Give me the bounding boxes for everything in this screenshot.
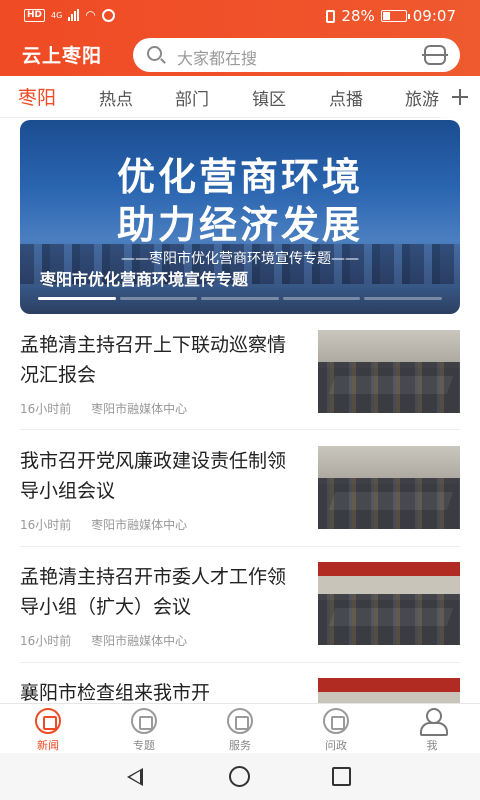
bottom-navigation: 新闻 专题 服务 问政 我 bbox=[0, 703, 480, 753]
tab-zaoyang[interactable]: 枣阳 bbox=[18, 83, 56, 110]
service-icon bbox=[227, 708, 253, 734]
system-navigation-bar bbox=[0, 753, 480, 800]
carousel-dot[interactable] bbox=[282, 297, 361, 300]
tab-towns[interactable]: 镇区 bbox=[252, 85, 286, 110]
banner-headline-1: 优化营商环境 bbox=[116, 154, 363, 199]
scan-icon[interactable] bbox=[422, 45, 448, 65]
status-bar: HD 4G ◠ 28% 09:07 bbox=[0, 0, 480, 32]
status-right: 28% 09:07 bbox=[326, 7, 456, 25]
news-meta: 16小时前 枣阳市融媒体中心 bbox=[20, 400, 203, 417]
tab-departments[interactable]: 部门 bbox=[175, 85, 209, 110]
app-screen: HD 4G ◠ 28% 09:07 云上枣阳 大家都在搜 枣阳 热点 部门 镇区… bbox=[0, 0, 480, 800]
network-type: 4G bbox=[51, 10, 63, 20]
thumb-people bbox=[318, 362, 460, 413]
news-thumbnail[interactable] bbox=[318, 562, 460, 645]
news-item[interactable]: 孟艳清主持召开市委人才工作领导小组（扩大）会议 16小时前 枣阳市融媒体中心 bbox=[20, 562, 460, 663]
nav-label: 新闻 bbox=[37, 739, 59, 752]
add-channel-button[interactable] bbox=[440, 76, 480, 118]
nav-service[interactable]: 服务 bbox=[210, 708, 270, 753]
carousel-dot[interactable] bbox=[201, 297, 279, 300]
carousel-dot[interactable] bbox=[38, 297, 116, 300]
nav-topics[interactable]: 专题 bbox=[114, 708, 174, 753]
news-thumbnail[interactable] bbox=[318, 330, 460, 413]
news-title[interactable]: 孟艳清主持召开上下联动巡察情况汇报会 bbox=[20, 330, 302, 390]
thumb-people bbox=[318, 478, 460, 529]
thumb-people bbox=[318, 594, 460, 645]
search-placeholder[interactable]: 大家都在搜 bbox=[177, 45, 257, 69]
nav-inquiry[interactable]: 问政 bbox=[306, 708, 366, 753]
search-icon bbox=[147, 46, 162, 61]
inquiry-icon bbox=[323, 708, 349, 734]
news-title[interactable]: 孟艳清主持召开市委人才工作领导小组（扩大）会议 bbox=[20, 562, 302, 622]
carousel-dot[interactable] bbox=[364, 297, 442, 300]
nav-label: 服务 bbox=[229, 739, 251, 752]
nav-news[interactable]: 新闻 bbox=[18, 708, 78, 753]
news-item[interactable]: 襄阳市检查组来我市开 bbox=[20, 678, 460, 703]
search-box[interactable]: 大家都在搜 bbox=[133, 38, 460, 72]
wifi-icon: ◠ bbox=[85, 8, 96, 22]
news-icon bbox=[35, 708, 61, 734]
carousel-indicators bbox=[38, 297, 442, 300]
nav-label: 专题 bbox=[133, 739, 155, 752]
news-source: 枣阳市融媒体中心 bbox=[91, 518, 188, 532]
news-time: 16小时前 bbox=[20, 402, 72, 416]
vibrate-icon bbox=[326, 9, 336, 23]
news-meta: 16小时前 枣阳市融媒体中心 bbox=[20, 516, 203, 533]
tab-hot[interactable]: 热点 bbox=[99, 85, 133, 110]
signal-icon bbox=[68, 9, 80, 21]
recent-apps-icon[interactable] bbox=[332, 767, 351, 786]
back-icon[interactable] bbox=[127, 768, 143, 786]
news-source: 枣阳市融媒体中心 bbox=[91, 402, 188, 416]
star-icon bbox=[131, 708, 157, 734]
news-thumbnail[interactable] bbox=[318, 446, 460, 529]
carousel-dot[interactable] bbox=[119, 297, 198, 300]
nav-label: 问政 bbox=[325, 739, 347, 752]
news-meta: 16小时前 枣阳市融媒体中心 bbox=[20, 632, 203, 649]
tab-travel[interactable]: 旅游 bbox=[405, 85, 439, 110]
alarm-icon bbox=[101, 8, 115, 22]
news-time: 16小时前 bbox=[20, 634, 72, 648]
news-thumbnail[interactable] bbox=[318, 678, 460, 703]
app-title: 云上枣阳 bbox=[22, 45, 103, 67]
news-time: 16小时前 bbox=[20, 518, 72, 532]
news-item[interactable]: 我市召开党风廉政建设责任制领导小组会议 16小时前 枣阳市融媒体中心 bbox=[20, 446, 460, 547]
tab-on-demand[interactable]: 点播 bbox=[329, 85, 363, 110]
clock: 09:07 bbox=[412, 7, 456, 25]
plus-icon bbox=[452, 89, 468, 105]
news-title[interactable]: 我市召开党风廉政建设责任制领导小组会议 bbox=[20, 446, 302, 506]
home-icon[interactable] bbox=[229, 766, 250, 787]
banner-caption: 枣阳市优化营商环境宣传专题 bbox=[40, 270, 249, 289]
status-left: HD 4G ◠ bbox=[24, 8, 115, 22]
nav-me[interactable]: 我 bbox=[402, 708, 462, 753]
app-header: HD 4G ◠ 28% 09:07 云上枣阳 大家都在搜 bbox=[0, 0, 480, 76]
banner-subtitle: ——枣阳市优化营商环境宣传专题—— bbox=[121, 251, 359, 267]
hd-badge: HD bbox=[24, 8, 46, 22]
news-item[interactable]: 孟艳清主持召开上下联动巡察情况汇报会 16小时前 枣阳市融媒体中心 bbox=[20, 330, 460, 430]
battery-icon bbox=[380, 10, 410, 22]
banner-headline-2: 助力经济发展 bbox=[116, 202, 363, 247]
nav-label: 我 bbox=[426, 739, 438, 752]
news-title[interactable]: 襄阳市检查组来我市开 bbox=[20, 678, 302, 703]
thumb-background bbox=[318, 678, 460, 703]
channel-tabs: 枣阳 热点 部门 镇区 点播 旅游 bbox=[0, 76, 480, 118]
battery-percent: 28% bbox=[341, 7, 375, 25]
news-source: 枣阳市融媒体中心 bbox=[91, 634, 188, 648]
banner-carousel[interactable]: 优化营商环境 助力经济发展 ——枣阳市优化营商环境宣传专题—— 枣阳市优化营商环… bbox=[20, 120, 460, 314]
person-icon bbox=[419, 708, 448, 736]
